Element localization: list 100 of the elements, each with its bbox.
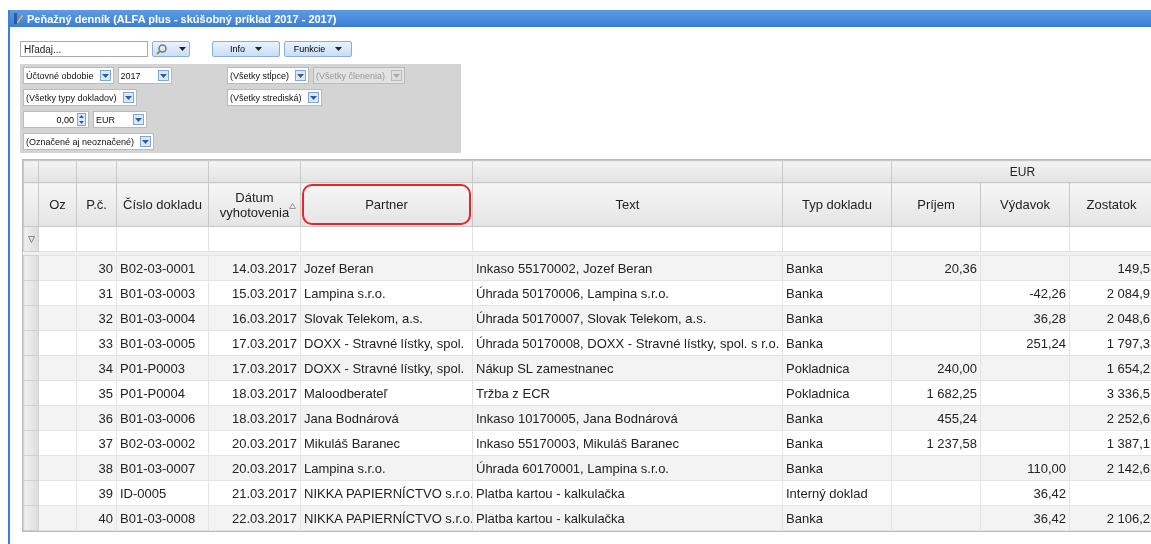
row-selector[interactable] <box>23 380 39 406</box>
table-cell: Pokladnica <box>786 360 850 376</box>
table-cell: 3 336,5 <box>1106 385 1150 401</box>
column-header[interactable]: Číslo dokladu <box>116 182 209 227</box>
menu-button[interactable]: Funkcie <box>284 41 352 57</box>
column-header[interactable]: Dátum vyhotovenia <box>208 182 301 227</box>
dropdown-field[interactable]: (Všetky stĺpce) <box>227 67 309 84</box>
table-cell: Jana Bodnárová <box>304 410 399 426</box>
table-cell: 20.03.2017 <box>231 460 297 476</box>
table-cell: 1 237,58 <box>926 435 977 451</box>
search-button[interactable] <box>152 41 190 57</box>
table-cell: DOXX - Stravné lístky, spol. <box>304 360 465 376</box>
filter-icon[interactable] <box>27 235 35 243</box>
pencil-icon <box>14 13 23 24</box>
dropdown-field[interactable]: (Označené aj neoznačené) <box>23 133 155 150</box>
filter-cell[interactable] <box>891 226 981 252</box>
column-header[interactable]: Text <box>472 182 783 227</box>
table-cell: 2 048,6 <box>1106 310 1150 326</box>
table-cell: 2 252,6 <box>1106 410 1150 426</box>
table-cell: 20.03.2017 <box>231 435 297 451</box>
table-cell: B02-03-0001 <box>120 260 196 276</box>
table-cell: 39 <box>98 485 113 501</box>
table-cell: Mikuláš Baranec <box>304 435 401 451</box>
group-header-cell <box>38 160 77 183</box>
row-selector[interactable] <box>23 330 39 356</box>
table-cell: 2 084,9 <box>1106 285 1150 301</box>
table-cell: Nákup SL zamestnanec <box>476 360 614 376</box>
filter-cell[interactable] <box>208 226 301 252</box>
table-cell: B01-03-0004 <box>120 310 196 326</box>
table-cell: 2 142,6 <box>1106 460 1150 476</box>
table-cell: Slovak Telekom, a.s. <box>304 310 423 326</box>
dropdown-field[interactable]: (Všetky strediská) <box>227 89 322 106</box>
table-cell: Banka <box>786 260 823 276</box>
table-cell: ID-0005 <box>120 485 167 501</box>
table-cell: 240,00 <box>937 360 977 376</box>
table-cell: 32 <box>98 310 113 326</box>
table-cell: -42,26 <box>1029 285 1066 301</box>
row-selector[interactable] <box>23 505 39 531</box>
table-cell: 36,28 <box>1033 310 1066 326</box>
table-cell: B01-03-0003 <box>120 285 196 301</box>
filter-cell[interactable] <box>980 226 1070 252</box>
row-selector[interactable] <box>23 430 39 456</box>
filter-cell[interactable] <box>300 226 473 252</box>
caret-icon <box>142 139 150 144</box>
dropdown-field[interactable]: EUR <box>93 111 147 128</box>
caret-icon <box>124 95 132 100</box>
row-selector[interactable] <box>23 255 39 281</box>
column-header[interactable]: Výdavok <box>980 182 1070 227</box>
table-cell: 35 <box>98 385 113 401</box>
column-header[interactable]: P.č. <box>76 182 117 227</box>
dropdown-field[interactable]: Účtovné obdobie <box>23 67 114 84</box>
table-cell: Banka <box>786 410 823 426</box>
table-cell: Inkaso 55170003, Mikuláš Baranec <box>476 435 680 451</box>
filter-cell[interactable] <box>116 226 209 252</box>
table-cell: P01-P0003 <box>120 360 186 376</box>
menu-button[interactable]: Info <box>212 41 280 57</box>
caret-icon <box>135 117 142 122</box>
spin-arrows-icon[interactable] <box>77 113 86 126</box>
column-header[interactable]: Príjem <box>891 182 981 227</box>
dropdown-field[interactable]: 2017 <box>117 67 172 84</box>
table-cell: Lampina s.r.o. <box>304 460 386 476</box>
table-cell: B02-03-0002 <box>120 435 196 451</box>
row-selector[interactable] <box>23 280 39 306</box>
table-cell: 16.03.2017 <box>231 310 297 326</box>
row-selector[interactable] <box>23 305 39 331</box>
table-cell: 110,00 <box>1027 460 1066 476</box>
table-cell: Interný doklad <box>786 485 868 501</box>
table-cell: 15.03.2017 <box>231 285 297 301</box>
table-cell: Maloodberateľ <box>304 385 388 401</box>
group-header-cell: EUR <box>891 160 1151 183</box>
column-header[interactable]: Typ dokladu <box>782 182 892 227</box>
table-cell: 251,24 <box>1026 335 1066 351</box>
table-cell: B01-03-0007 <box>120 460 196 476</box>
table-cell: 1 797,3 <box>1106 335 1150 351</box>
table-cell: 2 106,2 <box>1106 510 1150 526</box>
row-selector[interactable] <box>23 455 39 481</box>
column-header[interactable]: Oz <box>38 182 77 227</box>
number-field[interactable]: 0,00 <box>23 111 89 128</box>
filter-cell[interactable] <box>782 226 892 252</box>
filter-cell[interactable] <box>1069 226 1151 252</box>
row-selector[interactable] <box>23 355 39 381</box>
row-selector[interactable] <box>23 405 39 431</box>
table-cell: Pokladnica <box>786 385 850 401</box>
sort-ascending-icon <box>289 203 296 209</box>
table-cell: Banka <box>786 285 823 301</box>
dropdown-field[interactable]: (Všetky typy dokladov) <box>23 89 137 106</box>
table-cell: 14.03.2017 <box>231 260 297 276</box>
table-cell: NIKKA PAPIERNÍCTVO s.r.o. <box>304 510 472 526</box>
table-cell: 33 <box>98 335 113 351</box>
table-cell: 36 <box>98 410 113 426</box>
row-selector[interactable] <box>23 480 39 506</box>
table-cell: DOXX - Stravné lístky, spol. <box>304 335 465 351</box>
table-cell: Úhrada 50170007, Slovak Telekom, a.s. <box>476 310 707 326</box>
column-header[interactable]: Zostatok <box>1069 182 1151 227</box>
table-cell: Banka <box>786 510 823 526</box>
table-cell: Banka <box>786 460 823 476</box>
filter-cell[interactable] <box>472 226 783 252</box>
search-field[interactable]: Hľadaj... <box>20 41 148 57</box>
window-title: Peňažný denník (ALFA plus - skúšobný príklad 2017 - 2017) <box>27 12 337 25</box>
column-header[interactable]: Partner <box>300 182 473 227</box>
